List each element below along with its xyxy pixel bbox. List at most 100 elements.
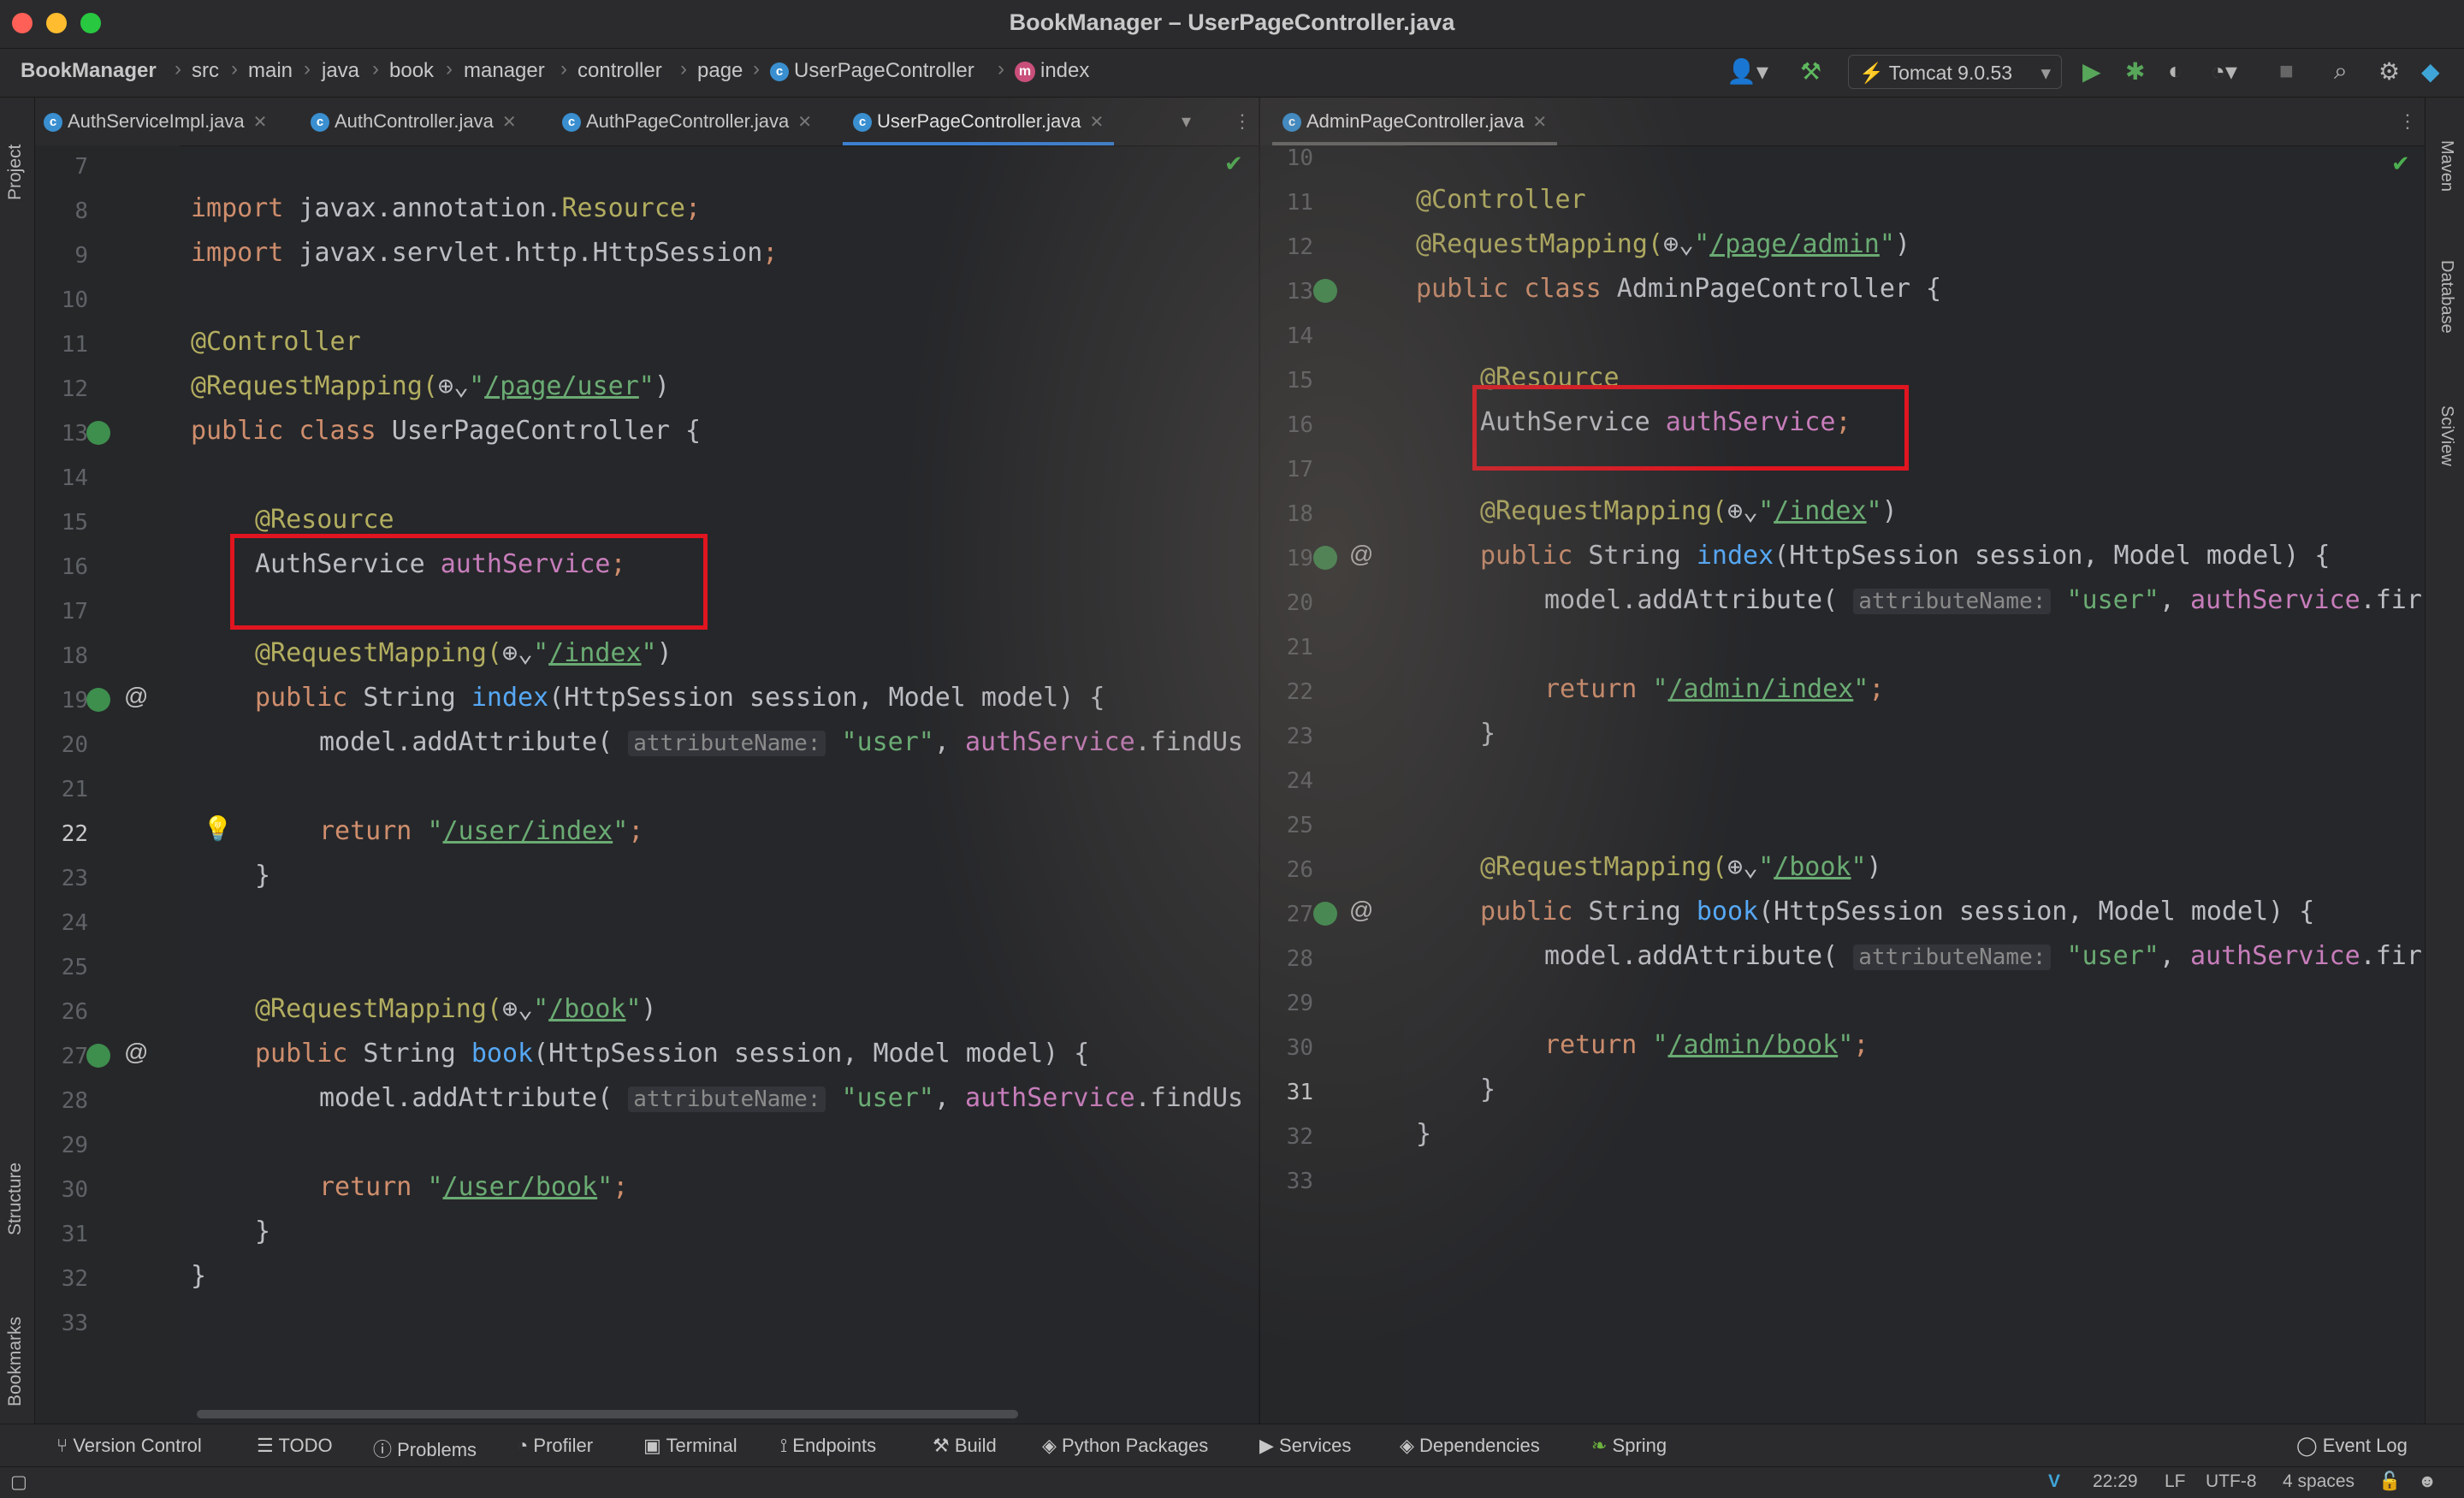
breadcrumb-page[interactable]: page: [697, 59, 743, 83]
stop-icon[interactable]: ■: [2279, 57, 2294, 85]
tab-authcontroller[interactable]: c AuthController.java ✕: [311, 98, 517, 145]
chevron-right-icon: ›: [304, 57, 311, 80]
at-annotation-icon[interactable]: @: [124, 1039, 148, 1066]
endpoints-tool[interactable]: ⟟ Endpoints: [780, 1435, 876, 1457]
line-number: 25: [1286, 813, 1313, 838]
more-actions-icon[interactable]: ⋮: [1233, 98, 1252, 145]
line-number: 29: [61, 1133, 88, 1158]
info-icon: ⓘ: [373, 1439, 398, 1460]
inspection-ok-icon: ✔: [2391, 151, 2410, 176]
line-number: 17: [1286, 457, 1313, 483]
more-actions-icon[interactable]: ⋮: [2398, 98, 2417, 145]
close-tab-icon[interactable]: ✕: [1532, 113, 1547, 132]
spring-bean-icon[interactable]: [86, 421, 110, 445]
spring-tool[interactable]: ❧ Spring: [1591, 1435, 1667, 1457]
settings-gear-icon[interactable]: ⚙: [2378, 57, 2400, 86]
terminal-tool[interactable]: ▣ Terminal: [643, 1435, 737, 1457]
horizontal-scrollbar[interactable]: [197, 1410, 1018, 1418]
line-number: 27: [1286, 902, 1313, 927]
at-annotation-icon[interactable]: @: [1349, 541, 1373, 568]
python-packages-tool[interactable]: ◈ Python Packages: [1042, 1435, 1208, 1457]
line-separator[interactable]: LF: [2165, 1471, 2186, 1492]
breadcrumb-java[interactable]: java: [322, 59, 359, 83]
breadcrumb-class-label: UserPageController: [794, 59, 974, 82]
line-number: 11: [61, 332, 88, 358]
tab-userpagecontroller[interactable]: c UserPageController.java ✕: [843, 98, 1115, 145]
left-editor[interactable]: c AuthServiceImpl.java ✕ c AuthController.j…: [35, 98, 1259, 1424]
bookmarks-tool-button[interactable]: Bookmarks: [5, 1317, 26, 1406]
maven-tool-button[interactable]: Maven: [2437, 140, 2456, 192]
indent-setting[interactable]: 4 spaces: [2283, 1471, 2354, 1492]
toggle-tool-windows-icon[interactable]: ▢: [10, 1471, 27, 1493]
run-configuration-select[interactable]: ⚡ Tomcat 9.0.53 ▾: [1848, 55, 2062, 89]
at-annotation-icon[interactable]: @: [124, 683, 148, 710]
user-account-icon[interactable]: 👤▾: [1727, 57, 1768, 86]
spring-endpoint-icon[interactable]: [1313, 902, 1337, 926]
code-line-20: model.addAttribute( attributeName: "user…: [1544, 585, 2422, 615]
caret-position[interactable]: 22:29: [2093, 1471, 2138, 1492]
services-tool[interactable]: ▶ Services: [1259, 1435, 1351, 1457]
breadcrumb-book[interactable]: book: [389, 59, 434, 83]
notifications-icon[interactable]: ☻: [2418, 1471, 2437, 1492]
close-tab-icon[interactable]: ✕: [797, 113, 812, 132]
coverage-icon[interactable]: ◐: [2168, 57, 2183, 85]
breadcrumb-controller[interactable]: controller: [578, 59, 662, 83]
lightbulb-icon[interactable]: 💡: [203, 814, 233, 843]
breadcrumb-src[interactable]: src: [192, 59, 219, 83]
file-encoding[interactable]: UTF-8: [2206, 1471, 2257, 1492]
code-line-9: import javax.servlet.http.HttpSession;: [191, 238, 779, 268]
build-hammer-icon[interactable]: ⚒: [1800, 57, 1821, 86]
close-tab-icon[interactable]: ✕: [502, 113, 517, 132]
spring-endpoint-icon[interactable]: [86, 1044, 110, 1068]
tomcat-icon: ⚡: [1859, 62, 1889, 84]
run-icon[interactable]: ▶: [2082, 57, 2101, 86]
dependencies-tool[interactable]: ◈ Dependencies: [1400, 1435, 1540, 1457]
build-tool[interactable]: ⚒ Build: [933, 1435, 997, 1457]
left-tool-stripe: Project Structure Bookmarks: [0, 98, 35, 1424]
breadcrumb-project[interactable]: BookManager: [21, 59, 157, 83]
tab-authpagecontroller[interactable]: c AuthPageController.java ✕: [562, 98, 812, 145]
branch-icon: ⑂: [56, 1435, 74, 1456]
profiler-tool[interactable]: ◔ Profiler: [517, 1435, 593, 1457]
chevron-right-icon: ›: [560, 57, 567, 80]
code-line-26: @RequestMapping(⊕⌄"/book"): [1480, 852, 1882, 882]
event-log-tool[interactable]: ◯ Event Log: [2296, 1435, 2408, 1457]
tab-authserviceimpl[interactable]: c AuthServiceImpl.java ✕: [44, 98, 267, 145]
method-icon: m: [1015, 61, 1035, 82]
code-line-30: return "/admin/book";: [1544, 1030, 1869, 1060]
breadcrumb-main[interactable]: main: [248, 59, 293, 83]
project-tool-button[interactable]: Project: [5, 145, 26, 200]
code-line-22: return "/admin/index";: [1544, 674, 1885, 704]
plugin-logo-icon[interactable]: ◆: [2421, 57, 2440, 86]
at-annotation-icon[interactable]: @: [1349, 897, 1373, 924]
spring-bean-icon[interactable]: [1313, 279, 1337, 303]
sciview-tool-button[interactable]: SciView: [2437, 406, 2456, 466]
profile-icon[interactable]: ◔▾: [2211, 57, 2237, 86]
spring-endpoint-icon[interactable]: [1313, 546, 1337, 570]
tab-adminpagecontroller[interactable]: c AdminPageController.java ✕: [1272, 98, 1558, 145]
title-bar: BookManager – UserPageController.java: [0, 0, 2464, 49]
database-tool-button[interactable]: Database: [2437, 260, 2456, 334]
class-icon: c: [44, 113, 62, 133]
structure-tool-button[interactable]: Structure: [5, 1163, 26, 1235]
spring-endpoint-icon[interactable]: [86, 688, 110, 712]
line-number: 19: [1286, 546, 1313, 571]
line-number: 32: [1286, 1124, 1313, 1150]
debug-icon[interactable]: ✱: [2125, 57, 2145, 86]
breadcrumb-method[interactable]: m index: [1015, 59, 1089, 83]
line-number: 13: [1286, 279, 1313, 305]
right-editor[interactable]: c AdminPageController.java ✕ ⋮ ✔ 10 11 12 …: [1259, 98, 2426, 1424]
problems-tool[interactable]: ⓘ Problems: [373, 1435, 477, 1462]
lock-icon[interactable]: 🔓: [2378, 1471, 2401, 1492]
version-control-tool[interactable]: ⑂ Version Control: [56, 1435, 202, 1457]
status-bar: ▢ V 22:29 LF UTF-8 4 spaces 🔓 ☻: [0, 1466, 2464, 1498]
todo-tool[interactable]: ☰ TODO: [257, 1435, 333, 1457]
search-icon[interactable]: ⌕: [2334, 57, 2348, 86]
tab-list-chevron-icon[interactable]: ▾: [1182, 98, 1191, 145]
close-tab-icon[interactable]: ✕: [1089, 113, 1104, 132]
close-tab-icon[interactable]: ✕: [253, 113, 268, 132]
breadcrumb-manager[interactable]: manager: [464, 59, 545, 83]
plugin-status-icon[interactable]: V: [2048, 1471, 2060, 1492]
code-line-28: model.addAttribute( attributeName: "user…: [319, 1083, 1244, 1113]
breadcrumb-class[interactable]: c UserPageController: [770, 59, 974, 83]
